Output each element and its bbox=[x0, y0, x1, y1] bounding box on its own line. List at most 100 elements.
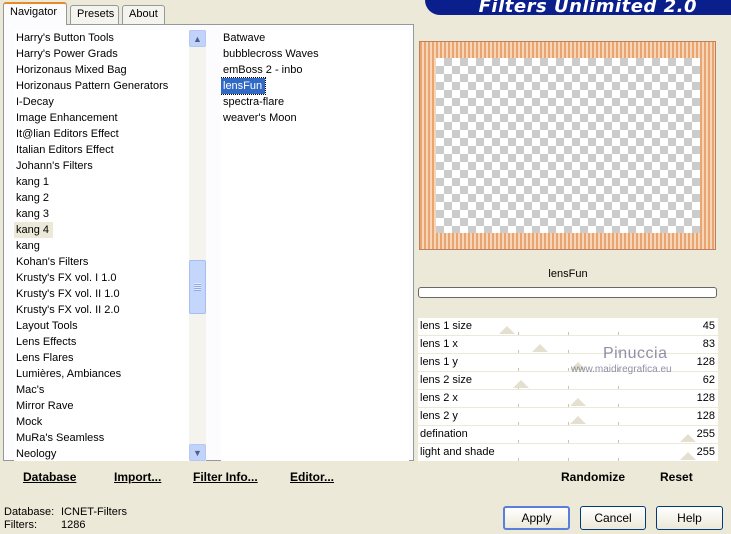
database-button[interactable]: Database bbox=[23, 470, 76, 484]
category-item[interactable]: Mac's bbox=[14, 382, 189, 398]
scroll-down-button[interactable]: ▼ bbox=[189, 444, 206, 461]
param-slider[interactable]: lens 1 x 83 bbox=[418, 336, 718, 354]
slider-thumb[interactable] bbox=[570, 398, 587, 406]
category-item-label: kang 3 bbox=[16, 208, 50, 220]
category-item[interactable]: It@lian Editors Effect bbox=[14, 126, 189, 142]
filter-item[interactable]: Batwave bbox=[221, 30, 409, 46]
category-item[interactable]: MuRa's Seamless bbox=[14, 430, 189, 446]
slider-tick bbox=[518, 440, 519, 443]
category-item-label: Neology bbox=[16, 448, 57, 460]
category-item[interactable]: kang 2 bbox=[14, 190, 189, 206]
param-value: 255 bbox=[696, 428, 715, 440]
tab-presets[interactable]: Presets bbox=[70, 5, 119, 24]
param-label: defination bbox=[420, 428, 468, 440]
slider-thumb[interactable] bbox=[680, 434, 696, 442]
editor-button[interactable]: Editor... bbox=[290, 470, 334, 484]
slider-thumb[interactable] bbox=[570, 416, 587, 424]
filter-list[interactable]: Batwave bubblecross Waves emBoss 2 - inbo l… bbox=[221, 30, 409, 461]
category-item[interactable]: Krusty's FX vol. I 1.0 bbox=[14, 270, 189, 286]
category-item-label: Krusty's FX vol. II 2.0 bbox=[16, 304, 120, 316]
category-item[interactable]: Kohan's Filters bbox=[14, 254, 189, 270]
randomize-button[interactable]: Randomize bbox=[561, 470, 625, 484]
scroll-up-button[interactable]: ▲ bbox=[189, 30, 206, 47]
grip-icon bbox=[194, 283, 201, 291]
param-slider[interactable]: lens 2 size 62 bbox=[418, 372, 718, 390]
slider-tick bbox=[518, 368, 519, 371]
category-item-label: Horizonaus Mixed Bag bbox=[16, 64, 127, 76]
slider-thumb[interactable] bbox=[498, 326, 515, 334]
category-item[interactable]: Lens Effects bbox=[14, 334, 189, 350]
reset-button[interactable]: Reset bbox=[660, 470, 693, 484]
slider-thumb[interactable] bbox=[680, 452, 696, 460]
param-slider[interactable]: defination 255 bbox=[418, 426, 718, 444]
filter-info-button[interactable]: Filter Info... bbox=[193, 470, 258, 484]
category-item[interactable]: Horizonaus Pattern Generators bbox=[14, 78, 189, 94]
param-slider[interactable]: lens 1 size 45 bbox=[418, 318, 718, 336]
tab-about[interactable]: About bbox=[122, 5, 165, 24]
filter-item[interactable]: weaver's Moon bbox=[221, 110, 409, 126]
chevron-down-icon: ▼ bbox=[193, 447, 202, 458]
param-value: 83 bbox=[702, 338, 715, 350]
category-item[interactable]: Layout Tools bbox=[14, 318, 189, 334]
category-item[interactable]: Lens Flares bbox=[14, 350, 189, 366]
filter-item[interactable]: emBoss 2 - inbo bbox=[221, 62, 409, 78]
slider-tick bbox=[568, 368, 569, 371]
apply-button[interactable]: Apply bbox=[503, 506, 570, 530]
category-item[interactable]: kang bbox=[14, 238, 189, 254]
category-item-label: kang 2 bbox=[16, 192, 50, 204]
category-item[interactable]: Krusty's FX vol. II 1.0 bbox=[14, 286, 189, 302]
category-item-label: It@lian Editors Effect bbox=[16, 128, 119, 140]
category-item-label: Mac's bbox=[16, 384, 45, 396]
param-value: 62 bbox=[702, 374, 715, 386]
help-button[interactable]: Help bbox=[656, 506, 723, 530]
tab-navigator[interactable]: Navigator bbox=[3, 2, 67, 25]
param-slider[interactable]: lens 2 y 128 bbox=[418, 408, 718, 426]
category-scrollbar[interactable]: ▲ ▼ bbox=[189, 30, 206, 461]
category-item[interactable]: Lumières, Ambiances bbox=[14, 366, 189, 382]
category-item[interactable]: Harry's Power Grads bbox=[14, 46, 189, 62]
category-item-label: Italian Editors Effect bbox=[16, 144, 114, 156]
slider-thumb[interactable] bbox=[513, 380, 530, 388]
category-item[interactable]: I-Decay bbox=[14, 94, 189, 110]
category-item[interactable]: Harry's Button Tools bbox=[14, 30, 189, 46]
param-slider[interactable]: lens 1 y 128 bbox=[418, 354, 718, 372]
param-value: 255 bbox=[696, 446, 715, 458]
param-label: lens 2 x bbox=[420, 392, 458, 404]
category-item[interactable]: Mirror Rave bbox=[14, 398, 189, 414]
category-item[interactable]: kang 3 bbox=[14, 206, 189, 222]
slider-tick bbox=[568, 350, 569, 353]
chevron-up-icon: ▲ bbox=[193, 33, 202, 44]
database-info-label: Database: bbox=[4, 506, 55, 518]
slider-thumb[interactable] bbox=[531, 344, 548, 352]
filter-item[interactable]: lensFun bbox=[221, 77, 409, 95]
category-item[interactable]: Neology bbox=[14, 446, 189, 461]
category-item-label: Lumières, Ambiances bbox=[16, 368, 122, 380]
filter-item[interactable]: bubblecross Waves bbox=[221, 46, 409, 62]
slider-tick bbox=[618, 332, 619, 335]
category-item[interactable]: Horizonaus Mixed Bag bbox=[14, 62, 189, 78]
param-slider[interactable]: lens 2 x 128 bbox=[418, 390, 718, 408]
watermark-site: www.maidiregrafica.eu bbox=[571, 364, 672, 375]
slider-tick bbox=[618, 386, 619, 389]
transparency-checkerboard bbox=[436, 58, 700, 233]
category-item[interactable]: kang 4 bbox=[14, 222, 189, 238]
param-slider[interactable]: light and shade 255 bbox=[418, 444, 718, 462]
category-item[interactable]: Krusty's FX vol. II 2.0 bbox=[14, 302, 189, 318]
category-item-label: Johann's Filters bbox=[16, 160, 93, 172]
scroll-thumb[interactable] bbox=[189, 260, 206, 314]
param-label: lens 1 y bbox=[420, 356, 458, 368]
category-item[interactable]: kang 1 bbox=[14, 174, 189, 190]
import-button[interactable]: Import... bbox=[114, 470, 161, 484]
category-item[interactable]: Johann's Filters bbox=[14, 158, 189, 174]
filter-info-label: Filter Info... bbox=[193, 470, 258, 484]
category-list[interactable]: Harry's Button Tools Harry's Power Grads H… bbox=[14, 30, 189, 461]
slider-tick bbox=[568, 440, 569, 443]
category-item-label: kang 1 bbox=[16, 176, 50, 188]
filter-item[interactable]: spectra-flare bbox=[221, 94, 409, 110]
category-item[interactable]: Mock bbox=[14, 414, 189, 430]
param-value: 128 bbox=[696, 392, 715, 404]
category-item[interactable]: Italian Editors Effect bbox=[14, 142, 189, 158]
cancel-button[interactable]: Cancel bbox=[580, 506, 646, 530]
category-item[interactable]: Image Enhancement bbox=[14, 110, 189, 126]
filter-item-label: weaver's Moon bbox=[223, 112, 297, 124]
